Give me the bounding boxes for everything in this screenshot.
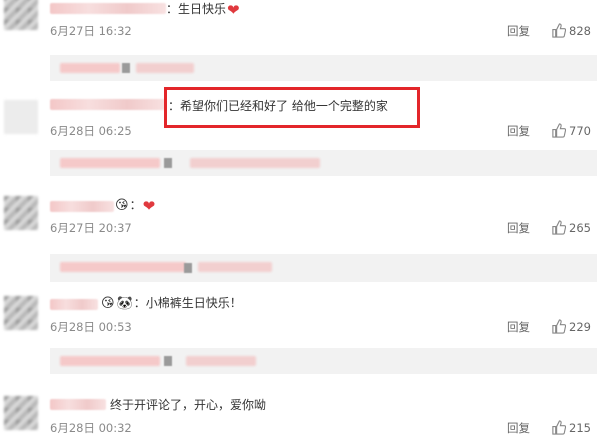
- timestamp: 6月28日 00:32: [50, 421, 132, 435]
- timestamp: 6月27日 20:37: [50, 221, 132, 235]
- reply-button[interactable]: 回复: [507, 220, 530, 236]
- comment-item: ：生日快乐❤ 6月27日 16:32 回复 828: [0, 0, 602, 88]
- timestamp: 6月28日 00:53: [50, 320, 132, 334]
- avatar[interactable]: [4, 396, 38, 430]
- reply-button[interactable]: 回复: [507, 319, 530, 335]
- thumbs-up-icon: [552, 123, 567, 138]
- like-button[interactable]: 215: [551, 420, 591, 435]
- username-blurred[interactable]: [50, 299, 98, 310]
- comment-text: 终于开评论了，开心，爱你呦: [110, 398, 267, 412]
- avatar[interactable]: [4, 296, 38, 330]
- quoted-reply[interactable]: [50, 55, 597, 81]
- comment-text: 😘 🐼：小棉裤生日快乐！: [101, 295, 242, 311]
- like-button[interactable]: 265: [551, 220, 591, 235]
- avatar[interactable]: [4, 0, 38, 30]
- avatar[interactable]: [4, 100, 38, 134]
- panda-icon: 🐼: [116, 295, 133, 311]
- reply-button[interactable]: 回复: [507, 420, 530, 436]
- quoted-reply[interactable]: [50, 254, 597, 282]
- like-count: 770: [569, 124, 591, 138]
- comment-text: 😘：❤: [115, 196, 156, 215]
- comment-item: 终于开评论了，开心，爱你呦 6月28日 00:32 回复 215: [0, 392, 602, 446]
- thumbs-up-icon: [552, 220, 567, 235]
- emoji-icon: 😘: [115, 197, 129, 213]
- like-count: 828: [569, 24, 591, 38]
- username-blurred[interactable]: [50, 399, 106, 410]
- thumbs-up-icon: [552, 319, 567, 334]
- reply-button[interactable]: 回复: [507, 123, 530, 139]
- heart-icon: ❤: [142, 196, 156, 215]
- like-count: 265: [569, 221, 591, 235]
- username-blurred[interactable]: [50, 3, 166, 14]
- like-count: 215: [569, 421, 591, 435]
- timestamp: 6月27日 16:32: [50, 24, 132, 38]
- comment-item: 😘：❤ 6月27日 20:37 回复 265: [0, 192, 602, 287]
- avatar[interactable]: [4, 196, 38, 230]
- reply-button[interactable]: 回复: [507, 23, 530, 39]
- like-button[interactable]: 828: [551, 23, 591, 38]
- like-count: 229: [569, 320, 591, 334]
- comment-item: 😘 🐼：小棉裤生日快乐！ 6月28日 00:53 回复 229: [0, 292, 602, 387]
- emoji-icon: 😘: [101, 295, 115, 311]
- comment-text: ：生日快乐❤: [166, 0, 240, 19]
- quoted-reply[interactable]: [50, 348, 597, 374]
- heart-icon: ❤: [227, 0, 240, 19]
- thumbs-up-icon: [552, 420, 567, 435]
- username-blurred[interactable]: [50, 201, 114, 212]
- like-button[interactable]: 770: [551, 123, 591, 138]
- quoted-reply[interactable]: [50, 150, 597, 176]
- timestamp: 6月28日 06:25: [50, 124, 132, 138]
- username-blurred[interactable]: [50, 99, 166, 110]
- like-button[interactable]: 229: [551, 319, 591, 334]
- highlight-box: [164, 87, 420, 128]
- thumbs-up-icon: [552, 23, 567, 38]
